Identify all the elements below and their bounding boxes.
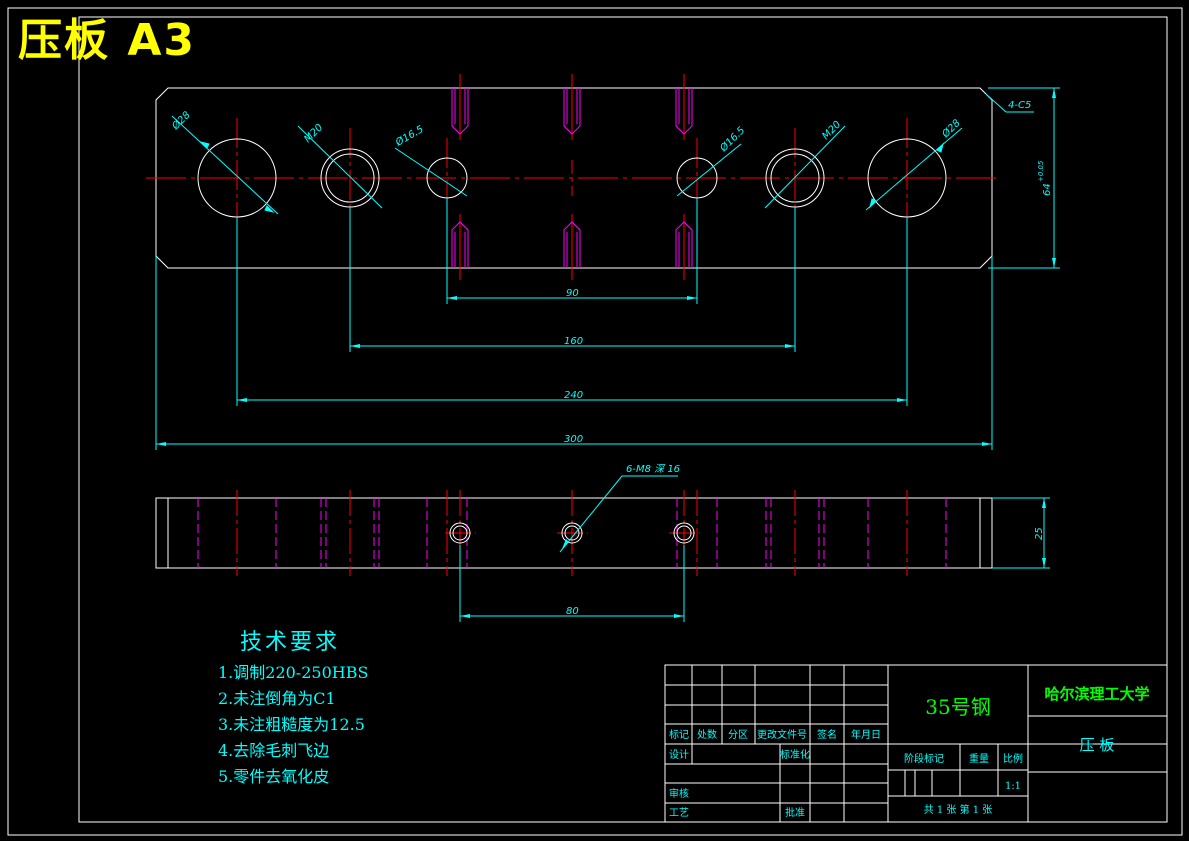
- dim-d16-5-left: Ø16.5: [393, 123, 426, 149]
- dimension-lines-top: [155, 87, 1060, 450]
- tech-req-item: 1.调制220-250HBS: [218, 663, 369, 682]
- tech-req-item: 5.零件去氧化皮: [218, 767, 330, 786]
- dim-160: 160: [564, 336, 583, 347]
- tb-approve: 批准: [785, 806, 805, 819]
- diameter-leaders: [171, 115, 963, 215]
- dim-chamfer: 4-C5: [1008, 100, 1031, 111]
- dim-height-tolerance: +0.05: [1037, 160, 1045, 182]
- tb-design: 设计: [669, 748, 689, 761]
- tb-std: 标准化: [780, 748, 810, 761]
- front-view: 6-M8 深 16 80 25: [155, 463, 1050, 622]
- dim-height: 64: [1042, 183, 1053, 196]
- dim-threads: 6-M8 深 16: [626, 463, 680, 475]
- drawing-title: 压板 A3: [18, 15, 196, 66]
- tb-stage: 阶段标记: [904, 752, 944, 765]
- tech-req-item: 2.未注倒角为C1: [218, 689, 336, 708]
- part-name: 压 板: [1080, 736, 1115, 754]
- tb-scale: 比例: [1003, 752, 1023, 765]
- drawing-frame: [7, 7, 1183, 836]
- tb-review: 审核: [669, 787, 689, 800]
- tech-req-title: 技术要求: [240, 630, 341, 655]
- dimension-arrows-front: [460, 498, 1046, 618]
- top-view: Ø28 M20 Ø16.5 Ø16.5 M20 Ø28 4-C5 90 160 …: [146, 74, 1060, 450]
- tb-mark: 标记: [669, 729, 689, 741]
- dim-thickness: 25: [1034, 527, 1045, 540]
- dim-240: 240: [564, 390, 583, 401]
- tb-weight: 重量: [969, 752, 989, 765]
- tech-req-item: 4.去除毛刺飞边: [218, 741, 330, 760]
- dim-80: 80: [566, 606, 579, 617]
- tb-scale-value: 1:1: [1005, 781, 1021, 792]
- dim-d16-5-right: Ø16.5: [717, 124, 748, 155]
- tb-change-doc: 更改文件号: [757, 728, 807, 741]
- center-lines-front: [236, 490, 908, 576]
- drawing-canvas: Ø28 M20 Ø16.5 Ø16.5 M20 Ø28 4-C5 90 160 …: [7, 7, 1183, 836]
- tb-count: 处数: [697, 728, 717, 741]
- dim-d28-left: Ø28: [169, 109, 193, 133]
- tech-req-item: 3.未注粗糙度为12.5: [218, 715, 365, 734]
- tb-sheets: 共 1 张 第 1 张: [924, 803, 993, 816]
- material: 35号钢: [925, 695, 990, 719]
- school-name: 哈尔滨理工大学: [1044, 685, 1149, 703]
- tb-sign: 签名: [817, 728, 837, 741]
- tb-zone: 分区: [728, 729, 748, 741]
- tb-date: 年月日: [851, 728, 881, 741]
- center-lines-top: [146, 74, 1000, 280]
- tb-process: 工艺: [669, 807, 689, 819]
- dim-300: 300: [564, 434, 583, 445]
- dim-90: 90: [566, 288, 579, 299]
- dim-d28-right: Ø28: [939, 117, 963, 141]
